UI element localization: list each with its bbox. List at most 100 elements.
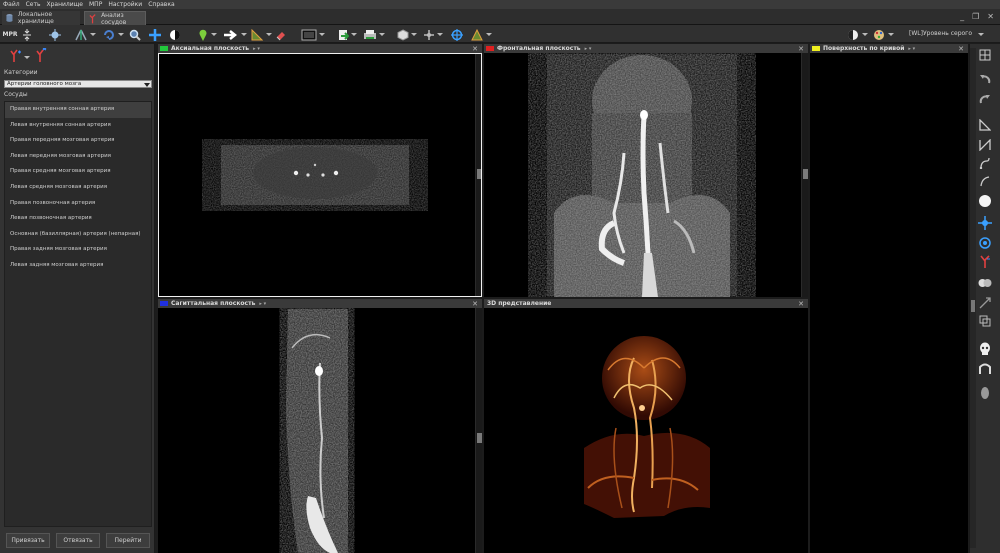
frontal-image-area[interactable] [484, 53, 808, 297]
tab-local-storage[interactable]: Локальное хранилище [2, 11, 80, 25]
target-icon[interactable] [978, 236, 992, 250]
skull-icon[interactable] [978, 342, 992, 356]
menu-file[interactable]: Файл [3, 1, 20, 8]
list-item[interactable]: Левая позвоночная артерия [5, 211, 151, 227]
axial-header: Аксиальная плоскость ▸ ▾ ✕ [158, 44, 482, 53]
menu-settings[interactable]: Настройки [108, 1, 142, 8]
curve-edit-icon[interactable] [978, 174, 992, 188]
right-scrollbar[interactable] [970, 48, 976, 548]
close-icon[interactable]: ✕ [987, 12, 994, 21]
crosshair-icon[interactable] [450, 28, 464, 41]
eraser-icon[interactable] [274, 28, 288, 41]
layout-preset-icon[interactable] [846, 28, 860, 41]
remove-vessel-icon[interactable] [34, 47, 48, 62]
close-icon[interactable]: ✕ [798, 300, 804, 308]
sagittal-viewport[interactable]: Сагиттальная плоскость ▸ ▾ ✕ [158, 299, 482, 553]
arrow-annotation-icon[interactable] [222, 28, 240, 41]
axial-title: Аксиальная плоскость [171, 45, 250, 52]
menu-help[interactable]: Справка [148, 1, 174, 8]
axial-image-area[interactable] [158, 53, 482, 297]
list-item[interactable]: Левая передняя мозговая артерия [5, 149, 151, 165]
category-select[interactable]: Артерии головного мозга [4, 80, 152, 88]
viewport-menu-icon[interactable]: ▸ ▾ [908, 46, 915, 52]
close-icon[interactable]: ✕ [472, 300, 478, 308]
pan-crosshair-icon[interactable] [148, 28, 162, 41]
volume-render-area[interactable] [484, 308, 808, 553]
zoom-icon[interactable] [128, 28, 142, 41]
tab-vessel-analysis[interactable]: Анализ сосудов [84, 11, 146, 26]
list-item[interactable]: Левая внутренняя сонная артерия [5, 118, 151, 134]
distance-icon[interactable] [978, 138, 992, 152]
print-icon[interactable] [362, 28, 378, 41]
mpr-button[interactable]: MPR [2, 28, 18, 41]
viewport-menu-icon[interactable]: ▸ ▾ [253, 46, 260, 52]
crop-icon[interactable] [978, 314, 992, 328]
category-label: Категории [4, 69, 38, 76]
axial-viewport[interactable]: Аксиальная плоскость ▸ ▾ ✕ [158, 44, 482, 297]
curve-image-area[interactable] [810, 53, 968, 553]
list-item[interactable]: Правая задняя мозговая артерия [5, 242, 151, 258]
cube-icon[interactable] [396, 28, 410, 41]
sync-icon[interactable] [470, 28, 484, 41]
minimize-icon[interactable]: _ [960, 12, 964, 21]
frontal-title: Фронтальная плоскость [497, 45, 581, 52]
marker-pin-icon[interactable] [196, 28, 210, 41]
layout-icon[interactable] [978, 48, 992, 62]
rotate-icon[interactable] [102, 28, 116, 41]
ruler-triangle-icon[interactable] [250, 28, 264, 41]
slab-icon[interactable] [20, 28, 34, 41]
close-icon[interactable]: ✕ [798, 45, 804, 53]
undo-icon[interactable] [978, 72, 992, 86]
sagittal-image-area[interactable] [158, 308, 482, 553]
volume-3d-viewport[interactable]: 3D представление ✕ [484, 299, 808, 553]
vessel-list: Правая внутренняя сонная артерия Левая в… [4, 101, 152, 527]
list-item[interactable]: Правая позвоночная артерия [5, 196, 151, 212]
window-level-preset-label[interactable]: [WL]Уровень серого [909, 30, 972, 37]
viewport-menu-icon[interactable]: ▸ ▾ [585, 46, 592, 52]
screenshot-icon[interactable] [300, 28, 318, 41]
expand-icon[interactable] [978, 296, 992, 310]
list-item[interactable]: Правая внутренняя сонная артерия [5, 102, 151, 118]
menu-storage[interactable]: Хранилище [47, 1, 84, 8]
move-points-icon[interactable] [978, 216, 992, 230]
close-icon[interactable]: ✕ [472, 45, 478, 53]
vessels-label: Сосуды [4, 91, 28, 98]
ruler-icon[interactable] [978, 118, 992, 132]
redo-icon[interactable] [978, 92, 992, 106]
frontal-color-swatch [486, 46, 494, 51]
curve-path-icon[interactable] [978, 156, 992, 170]
menu-network[interactable]: Сеть [26, 1, 41, 8]
compare-icon[interactable] [978, 276, 992, 290]
vessel-branch-icon[interactable] [978, 254, 992, 268]
color-palette-icon[interactable] [872, 28, 886, 41]
list-item[interactable]: Основная (базиллярная) артерия (непарная… [5, 227, 151, 243]
vessel-model-icon[interactable] [978, 386, 992, 400]
export-icon[interactable] [336, 28, 350, 41]
menu-mpr[interactable]: МПР [89, 1, 102, 8]
curved-surface-viewport[interactable]: Поверхность по кривой ▸ ▾ ✕ [810, 44, 968, 553]
restore-icon[interactable]: ❐ [972, 12, 979, 21]
sagittal-scrollbar[interactable] [475, 308, 482, 553]
sphere-icon[interactable] [978, 194, 992, 208]
frontal-viewport[interactable]: Фронтальная плоскость ▸ ▾ ✕ [484, 44, 808, 297]
frontal-scrollbar[interactable] [801, 53, 808, 297]
goto-button[interactable]: Перейти [106, 533, 150, 548]
close-icon[interactable]: ✕ [958, 45, 964, 53]
list-item[interactable]: Правая средняя мозговая артерия [5, 164, 151, 180]
list-item[interactable]: Левая средняя мозговая артерия [5, 180, 151, 196]
list-item[interactable]: Правая передняя мозговая артерия [5, 133, 151, 149]
add-vessel-icon[interactable] [8, 48, 22, 62]
window-level-icon[interactable] [168, 28, 182, 41]
bind-button[interactable]: Привязать [6, 533, 50, 548]
viewport-menu-icon[interactable]: ▸ ▾ [259, 301, 266, 307]
measure-angle-icon[interactable] [74, 28, 88, 41]
axial-slice-image [221, 145, 409, 205]
axial-scrollbar[interactable] [475, 53, 482, 297]
list-item[interactable]: Левая задняя мозговая артерия [5, 258, 151, 274]
curve-title: Поверхность по кривой [823, 45, 905, 52]
head-clip-icon[interactable] [978, 362, 992, 376]
main-toolbar: MPR [WL]Уровень серого [0, 25, 1000, 43]
transform-icon[interactable] [422, 28, 436, 41]
settings-star-icon[interactable] [48, 28, 62, 41]
unbind-button[interactable]: Отвязать [56, 533, 100, 548]
